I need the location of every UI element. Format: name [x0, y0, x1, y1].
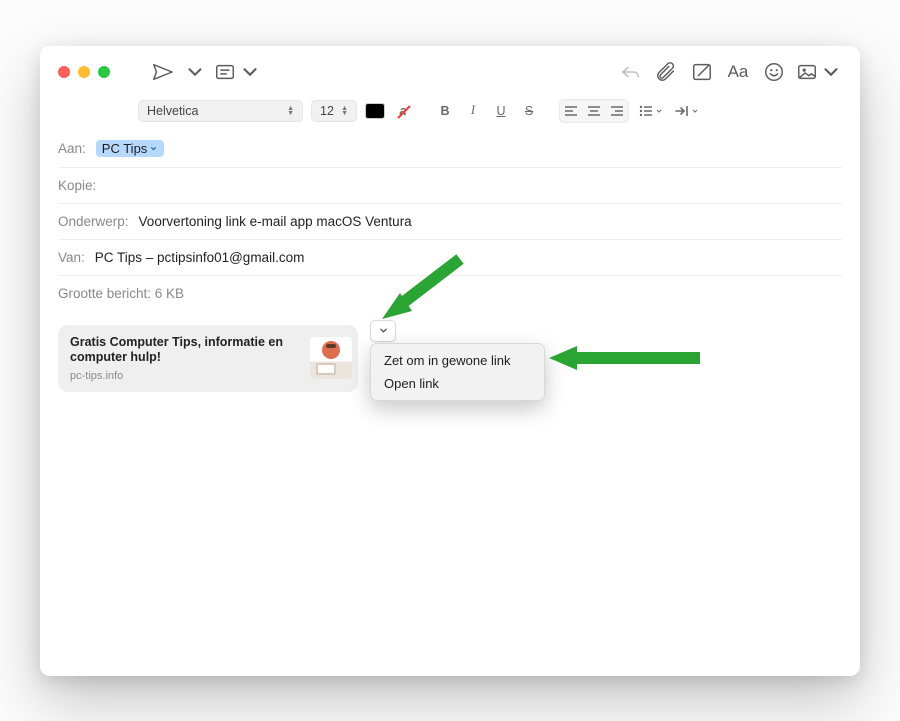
close-window-button[interactable] [58, 66, 70, 78]
menu-item-convert-to-plain-link[interactable]: Zet om in gewone link [376, 349, 539, 372]
font-size-select[interactable]: 12 ▲▼ [311, 100, 357, 122]
link-preview-domain: pc-tips.info [70, 370, 302, 382]
stepper-icon: ▲▼ [287, 106, 294, 116]
from-label: Van: [58, 250, 85, 265]
text-background-color-button[interactable]: a [393, 101, 413, 121]
emoji-button[interactable] [760, 58, 788, 86]
link-preview-thumbnail [310, 337, 352, 379]
align-center-button[interactable] [584, 101, 604, 121]
annotation-arrow [545, 343, 705, 373]
subject-row[interactable]: Onderwerp: Voorvertoning link e-mail app… [58, 204, 842, 240]
attach-button[interactable] [652, 58, 680, 86]
format-bar: Helvetica ▲▼ 12 ▲▼ a B I U S [40, 98, 860, 130]
message-size-label: Grootte bericht: 6 KB [58, 286, 184, 301]
menu-item-open-link[interactable]: Open link [376, 372, 539, 395]
send-options-chevron[interactable] [184, 58, 206, 86]
chevron-down-icon [149, 144, 158, 153]
cc-label: Kopie: [58, 178, 96, 193]
compose-window: Aa Helvetica ▲▼ 12 ▲▼ a B I U S [40, 46, 860, 676]
zoom-window-button[interactable] [98, 66, 110, 78]
subject-label: Onderwerp: [58, 214, 129, 229]
stepper-icon: ▲▼ [341, 106, 348, 116]
reply-icon [616, 58, 644, 86]
to-label: Aan: [58, 141, 86, 156]
from-value: PC Tips – pctipsinfo01@gmail.com [95, 250, 305, 265]
to-row[interactable]: Aan: PC Tips [58, 130, 842, 168]
annotation-arrow [370, 253, 470, 328]
link-preview-context-menu: Zet om in gewone link Open link [370, 343, 545, 401]
photo-browser-button[interactable] [796, 58, 842, 86]
underline-button[interactable]: U [491, 101, 511, 121]
link-preview-card[interactable]: Gratis Computer Tips, informatie en comp… [58, 325, 358, 392]
italic-button[interactable]: I [463, 101, 483, 121]
link-preview-title: Gratis Computer Tips, informatie en comp… [70, 335, 302, 366]
recipient-token[interactable]: PC Tips [96, 140, 165, 157]
align-left-button[interactable] [561, 101, 581, 121]
align-right-button[interactable] [607, 101, 627, 121]
message-body[interactable]: Gratis Computer Tips, informatie en comp… [40, 311, 860, 406]
titlebar: Aa [40, 46, 860, 98]
text-color-swatch[interactable] [365, 103, 385, 119]
minimize-window-button[interactable] [78, 66, 90, 78]
format-button[interactable]: Aa [724, 58, 752, 86]
list-style-button[interactable] [637, 101, 665, 121]
subject-value: Voorvertoning link e-mail app macOS Vent… [139, 214, 412, 229]
send-button[interactable] [148, 58, 176, 86]
header-fields-button[interactable] [214, 58, 261, 86]
window-controls [58, 66, 110, 78]
markup-button[interactable] [688, 58, 716, 86]
text-align-group [559, 99, 629, 123]
cc-row[interactable]: Kopie: [58, 168, 842, 204]
strikethrough-button[interactable]: S [519, 101, 539, 121]
indent-button[interactable] [673, 101, 701, 121]
bold-button[interactable]: B [435, 101, 455, 121]
font-family-select[interactable]: Helvetica ▲▼ [138, 100, 303, 122]
